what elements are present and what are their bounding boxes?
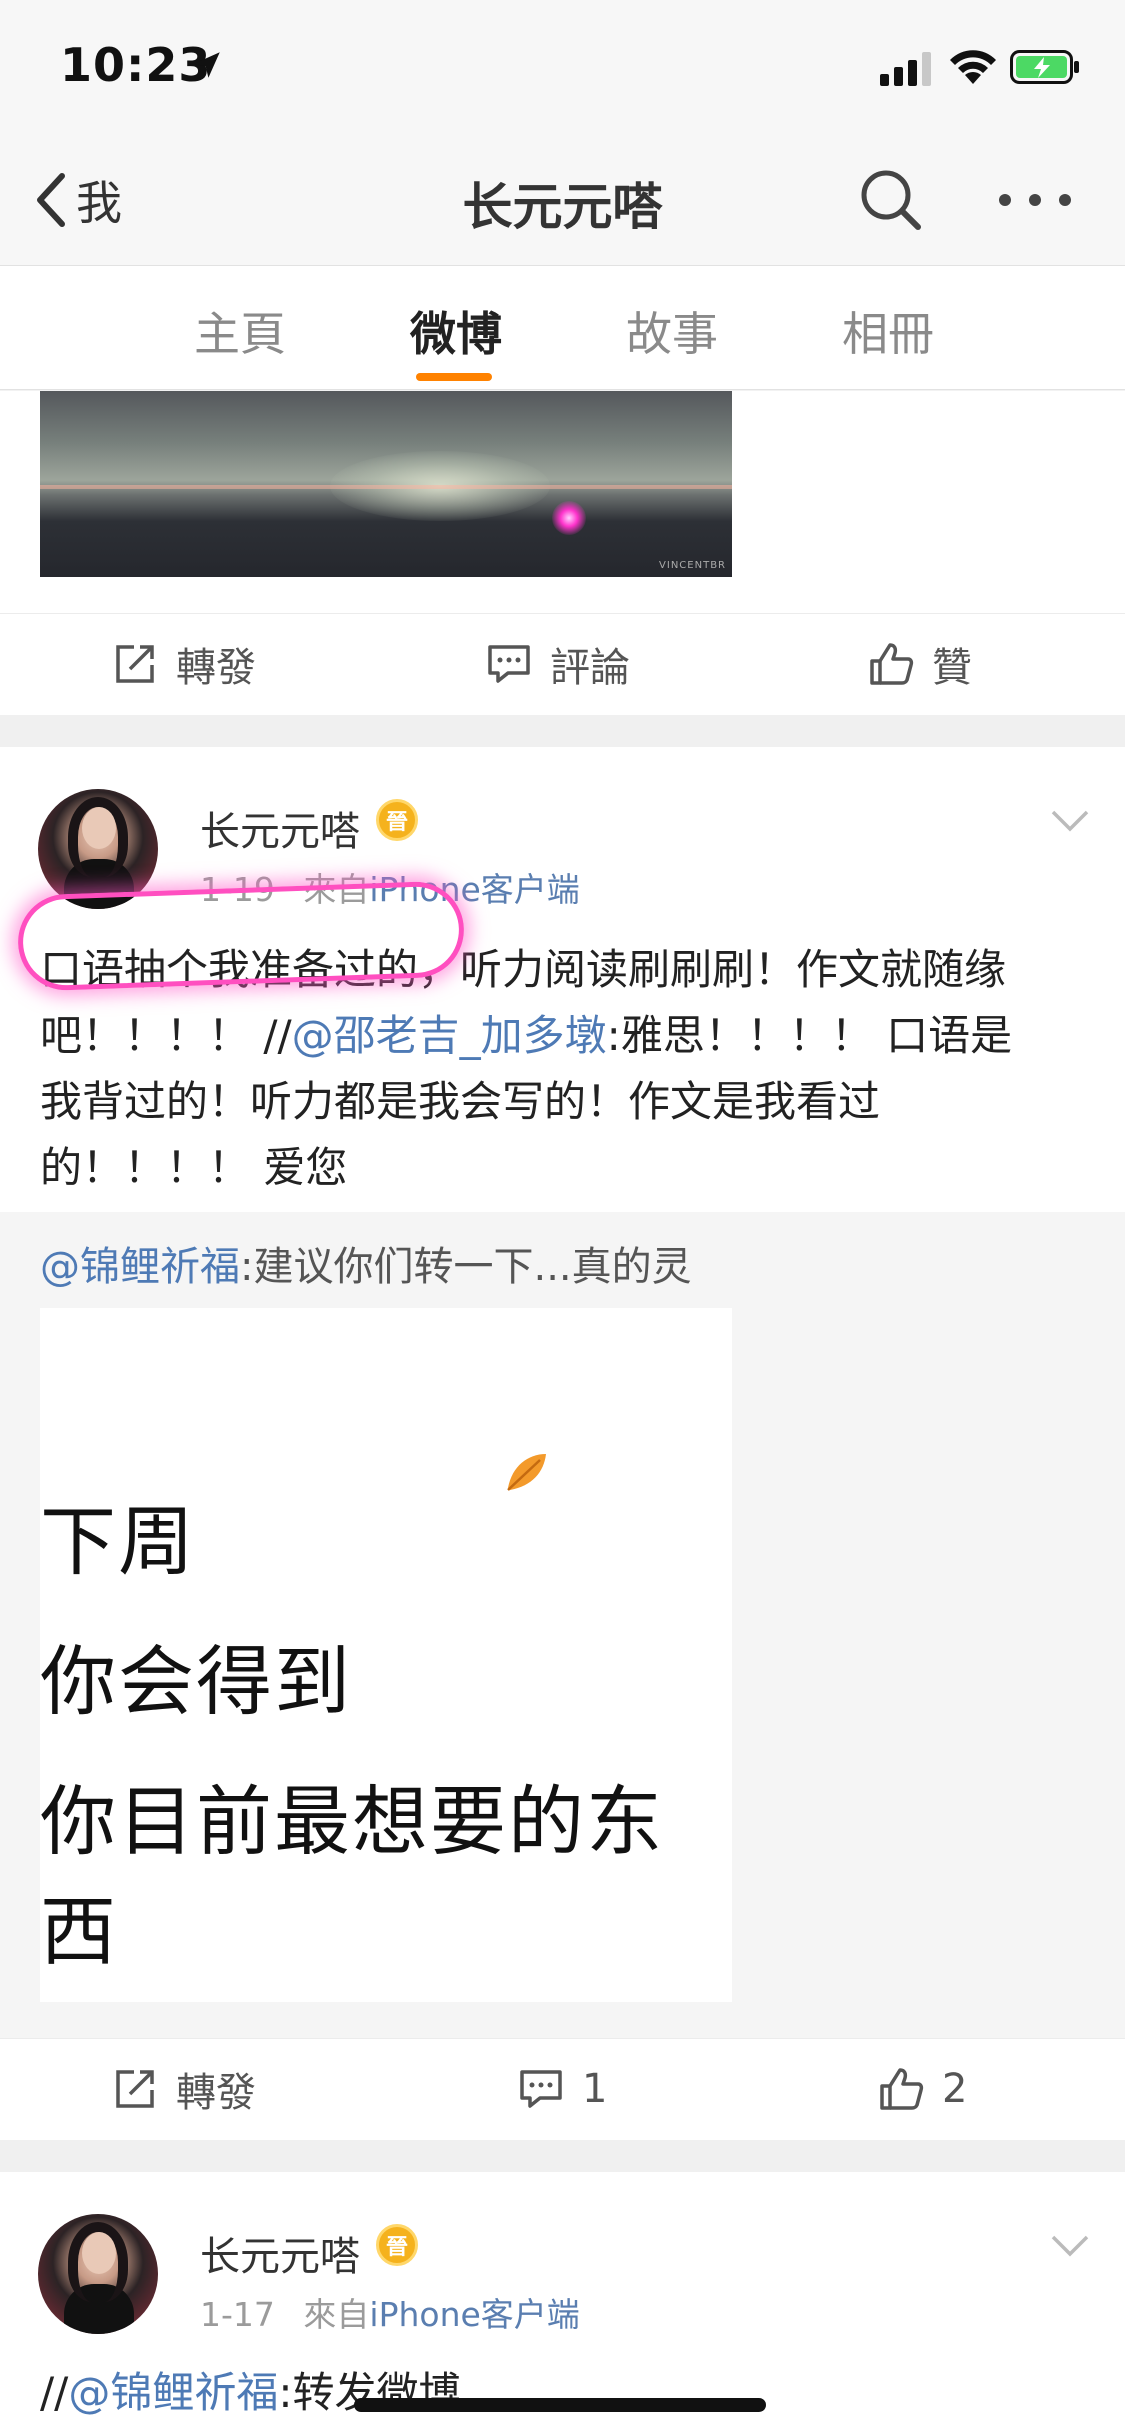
post-date: 1-19 bbox=[200, 870, 275, 909]
post-image[interactable]: VINCENTBR bbox=[40, 391, 732, 577]
chevron-down-icon[interactable] bbox=[1050, 809, 1090, 833]
location-arrow-icon bbox=[194, 52, 220, 78]
wifi-icon bbox=[950, 50, 996, 84]
leaf-sticker-icon bbox=[507, 1454, 546, 1491]
post-text-fragment: :雅思！！！！ 口语是 bbox=[606, 1011, 1013, 1060]
card-divider bbox=[0, 715, 1125, 747]
repost-image[interactable]: 下周 你会得到 你目前最想要的东西 bbox=[40, 1308, 732, 2002]
post-text-fragment: // bbox=[40, 2368, 69, 2417]
post-card: 长元元嗒 晉 1-19 來自iPhone客户端 口语抽个我准备过的，听力阅读刷刷… bbox=[0, 747, 1125, 2140]
like-label: 贊 bbox=[932, 645, 972, 691]
comment-icon bbox=[488, 645, 530, 683]
avatar[interactable] bbox=[38, 789, 158, 909]
like-button[interactable]: 2 bbox=[878, 2039, 967, 2139]
post-meta: 1-19 來自iPhone客户端 bbox=[200, 863, 580, 911]
post-from: 來自 bbox=[303, 870, 370, 909]
home-indicator[interactable] bbox=[354, 2398, 766, 2412]
tab-albums[interactable]: 相冊 bbox=[842, 298, 934, 364]
profile-tabs: 主頁 微博 故事 相冊 bbox=[0, 265, 1125, 390]
post-text-line: 的！！！！ 爱您 bbox=[40, 1143, 348, 1192]
battery-charging-icon bbox=[1010, 50, 1079, 84]
comment-label: 評論 bbox=[550, 645, 630, 691]
post-source: iPhone客户端 bbox=[369, 2295, 580, 2334]
post-text-line: 口语抽个我准备过的，听力阅读刷刷刷！作文就随缘 bbox=[40, 945, 1007, 994]
repost-button[interactable]: 轉發 bbox=[112, 2039, 256, 2139]
poster-name[interactable]: 长元元嗒 bbox=[200, 799, 360, 857]
comment-button[interactable]: 評論 bbox=[486, 614, 630, 714]
repost-image-text: 你目前最想要的东西 bbox=[40, 1777, 664, 1976]
comment-icon bbox=[520, 2070, 562, 2108]
active-tab-indicator bbox=[416, 373, 492, 381]
post-text: //@锦鲤祈福:转发微博 bbox=[40, 2360, 1090, 2426]
post-text-line: 吧！！！！ //@邵老吉_加多墩:雅思！！！！ 口语是 bbox=[40, 1003, 1090, 1069]
tab-weibo[interactable]: 微博 bbox=[410, 298, 502, 364]
post-from: 來自 bbox=[303, 2295, 370, 2334]
repost-button[interactable]: 轉發 bbox=[112, 614, 256, 714]
repost-image-text: 你会得到 bbox=[40, 1637, 352, 1726]
chevron-left-icon bbox=[37, 173, 65, 227]
poster-name[interactable]: 长元元嗒 bbox=[200, 2224, 360, 2282]
post-text: 口语抽个我准备过的，听力阅读刷刷刷！作文就随缘 吧！！！！ //@邵老吉_加多墩… bbox=[40, 937, 1090, 1201]
avatar-face bbox=[82, 807, 116, 849]
post-actions: 轉發 評論 贊 bbox=[0, 613, 1125, 713]
search-icon[interactable] bbox=[858, 167, 924, 233]
repost-image-text: 下周 bbox=[40, 1497, 196, 1586]
mention-link[interactable]: @锦鲤祈福 bbox=[68, 2368, 278, 2417]
page-title: 长元元嗒 bbox=[462, 178, 663, 236]
mention-link[interactable]: @锦鲤祈福 bbox=[40, 1244, 240, 1290]
status-time: 10:23 bbox=[60, 38, 212, 92]
avatar[interactable] bbox=[38, 2214, 158, 2334]
avatar-face bbox=[82, 2232, 116, 2274]
comment-button[interactable]: 1 bbox=[518, 2039, 607, 2139]
cellular-signal-icon bbox=[880, 52, 931, 86]
post-card-previous: VINCENTBR 轉發 評論 贊 bbox=[0, 391, 1125, 715]
back-button[interactable]: 我 bbox=[30, 165, 122, 235]
repost-box[interactable]: @锦鲤祈福:建议你们转一下...真的灵 下周 你会得到 你目前最想要的东西 bbox=[0, 1212, 1125, 2038]
nav-bar: 我 长元元嗒 bbox=[0, 135, 1125, 265]
mention-link[interactable]: @邵老吉_加多墩 bbox=[292, 1011, 607, 1060]
post-date: 1-17 bbox=[200, 2295, 275, 2334]
repost-label: 轉發 bbox=[176, 645, 256, 691]
comment-count: 1 bbox=[582, 2066, 608, 2112]
like-button[interactable]: 贊 bbox=[868, 614, 972, 714]
post-card: 长元元嗒 晉 1-17 來自iPhone客户端 //@锦鲤祈福:转发微博 bbox=[0, 2172, 1125, 2436]
image-light-dot bbox=[552, 501, 586, 535]
back-label: 我 bbox=[76, 176, 122, 230]
image-horizon bbox=[40, 485, 732, 489]
repost-body: :建议你们转一下...真的灵 bbox=[240, 1244, 692, 1290]
repost-icon bbox=[116, 2070, 154, 2108]
thumbs-up-icon bbox=[880, 2068, 924, 2110]
more-options-icon[interactable] bbox=[995, 183, 1075, 217]
tab-stories[interactable]: 故事 bbox=[626, 298, 718, 364]
like-count: 2 bbox=[942, 2066, 968, 2112]
tab-home[interactable]: 主頁 bbox=[194, 298, 286, 364]
post-actions: 轉發 1 2 bbox=[0, 2038, 1125, 2138]
image-credit: VINCENTBR bbox=[659, 560, 726, 571]
post-meta: 1-17 來自iPhone客户端 bbox=[200, 2288, 580, 2336]
post-source: iPhone客户端 bbox=[369, 870, 580, 909]
post-text-fragment: 吧！！！！ // bbox=[40, 1011, 292, 1060]
card-divider bbox=[0, 2140, 1125, 2172]
post-text-line: //@锦鲤祈福:转发微博 bbox=[40, 2360, 1090, 2426]
vip-badge-icon: 晉 bbox=[376, 799, 418, 841]
thumbs-up-icon bbox=[870, 643, 914, 685]
status-bar: 10:23 bbox=[0, 0, 1125, 135]
chevron-down-icon[interactable] bbox=[1050, 2234, 1090, 2258]
repost-text: @锦鲤祈福:建议你们转一下...真的灵 bbox=[40, 1234, 692, 1292]
vip-badge-icon: 晉 bbox=[376, 2224, 418, 2266]
repost-label: 轉發 bbox=[176, 2070, 256, 2116]
post-text-line: 我背过的！听力都是我会写的！作文是我看过 bbox=[40, 1077, 881, 1126]
repost-icon bbox=[116, 645, 154, 683]
